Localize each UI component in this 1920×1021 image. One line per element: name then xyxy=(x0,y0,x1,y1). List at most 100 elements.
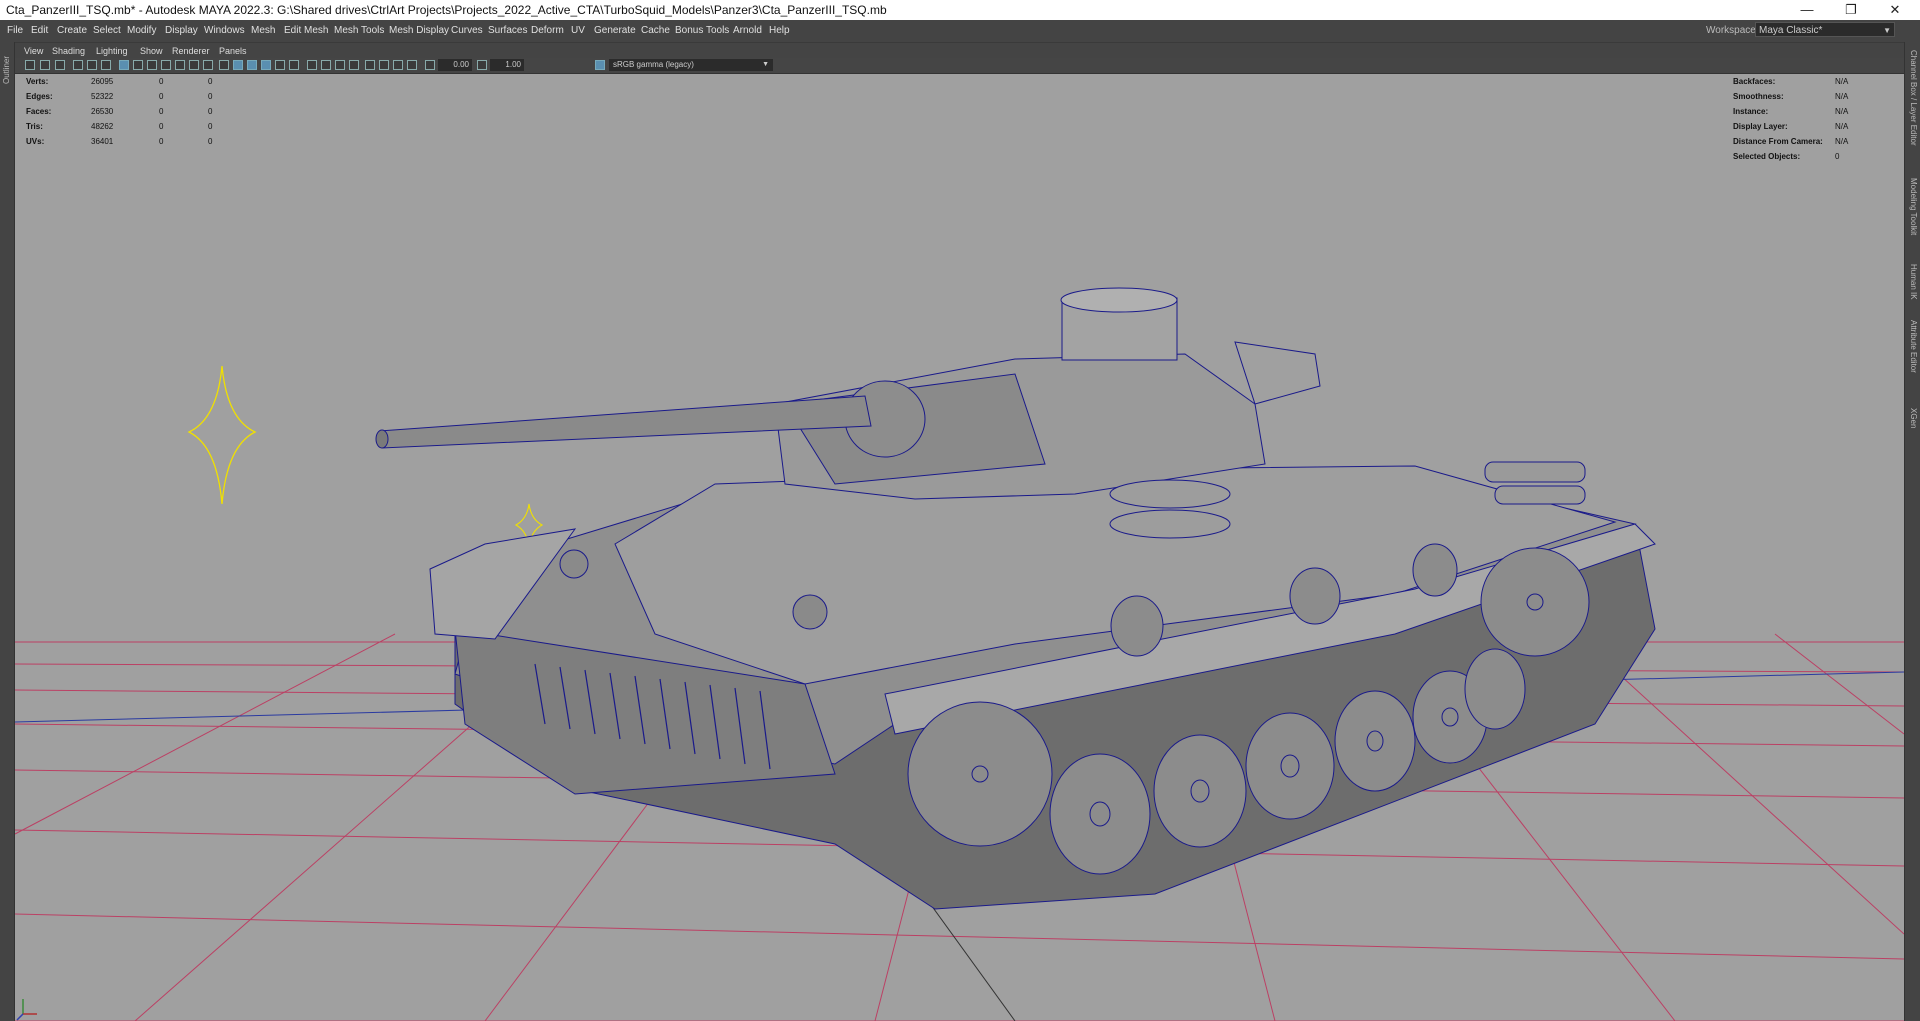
view-transform-dropdown[interactable]: sRGB gamma (legacy) ▼ xyxy=(609,59,773,71)
menu-cache[interactable]: Cache xyxy=(641,25,670,36)
tab-modeling-toolkit[interactable]: Modeling Toolkit xyxy=(1909,178,1918,235)
hud-value: 0 xyxy=(159,137,164,146)
hud-value: N/A xyxy=(1835,122,1849,131)
hud-value: 52322 xyxy=(91,92,114,101)
tab-attribute-editor[interactable]: Attribute Editor xyxy=(1909,320,1918,373)
directional-light-icon[interactable] xyxy=(187,365,257,505)
menu-select[interactable]: Select xyxy=(93,25,121,36)
menu-bonus-tools[interactable]: Bonus Tools xyxy=(675,25,729,36)
menu-modify[interactable]: Modify xyxy=(127,25,156,36)
hud-value: 0 xyxy=(159,107,164,116)
menu-edit-mesh[interactable]: Edit Mesh xyxy=(284,25,328,36)
grease-pencil-icon[interactable] xyxy=(101,60,111,70)
xray-active-icon[interactable] xyxy=(393,60,403,70)
hud-label: Faces: xyxy=(26,107,52,116)
view-transform-value: sRGB gamma (legacy) xyxy=(613,60,694,69)
menu-file[interactable]: File xyxy=(7,25,23,36)
close-button[interactable]: ✕ xyxy=(1874,0,1916,20)
workspace-label: Workspace: xyxy=(1706,25,1759,36)
menu-create[interactable]: Create xyxy=(57,25,87,36)
hud-label: Backfaces: xyxy=(1733,77,1776,86)
menu-help[interactable]: Help xyxy=(769,25,790,36)
camera-attributes-icon[interactable] xyxy=(40,60,50,70)
tab-human-ik[interactable]: Human IK xyxy=(1909,264,1918,300)
isolate-select-icon[interactable] xyxy=(365,60,375,70)
menu-mesh-tools[interactable]: Mesh Tools xyxy=(334,25,384,36)
left-panel-strip: Outliner xyxy=(0,42,15,1021)
use-all-lights-icon[interactable] xyxy=(275,60,285,70)
shadows-icon[interactable] xyxy=(289,60,299,70)
chevron-down-icon: ▼ xyxy=(762,61,769,68)
panel-menu-show[interactable]: Show xyxy=(140,46,163,56)
exposure-field[interactable]: 0.00 xyxy=(438,59,472,71)
tank-model[interactable] xyxy=(375,287,1656,910)
hud-value: 0 xyxy=(208,92,213,101)
textured-icon[interactable] xyxy=(261,60,271,70)
panel-menu-renderer[interactable]: Renderer xyxy=(172,46,210,56)
hud-value: 0 xyxy=(208,122,213,131)
menu-edit[interactable]: Edit xyxy=(31,25,48,36)
viewport-scene[interactable] xyxy=(15,74,1904,1021)
grid-icon[interactable] xyxy=(119,60,129,70)
menu-mesh-display[interactable]: Mesh Display xyxy=(389,25,449,36)
xray-joints-icon[interactable] xyxy=(407,60,417,70)
field-chart-icon[interactable] xyxy=(175,60,185,70)
screen-space-ao-icon[interactable] xyxy=(307,60,317,70)
wireframe-icon[interactable] xyxy=(219,60,229,70)
resolution-gate-icon[interactable] xyxy=(147,60,157,70)
window-title: Cta_PanzerIII_TSQ.mb* - Autodesk MAYA 20… xyxy=(6,3,887,17)
multisample-aa-icon[interactable] xyxy=(335,60,345,70)
xray-icon[interactable] xyxy=(379,60,389,70)
menu-display[interactable]: Display xyxy=(165,25,198,36)
wireframe-on-shaded-icon[interactable] xyxy=(247,60,257,70)
select-camera-icon[interactable] xyxy=(25,60,35,70)
menu-mesh[interactable]: Mesh xyxy=(251,25,275,36)
hud-value: 26530 xyxy=(91,107,114,116)
gamma-field[interactable]: 1.00 xyxy=(490,59,524,71)
viewport-persp[interactable]: Verts: 26095 0 0 Edges: 52322 0 0 Faces:… xyxy=(15,74,1904,1021)
smooth-shade-icon[interactable] xyxy=(233,60,243,70)
menu-curves[interactable]: Curves xyxy=(451,25,483,36)
motion-blur-icon[interactable] xyxy=(321,60,331,70)
hud-value: 0 xyxy=(208,137,213,146)
menu-deform[interactable]: Deform xyxy=(531,25,564,36)
exposure-icon[interactable] xyxy=(425,60,435,70)
menu-generate[interactable]: Generate xyxy=(594,25,636,36)
gamma-icon[interactable] xyxy=(477,60,487,70)
tab-xgen[interactable]: XGen xyxy=(1909,408,1918,428)
safe-action-icon[interactable] xyxy=(189,60,199,70)
panel-menu-lighting[interactable]: Lighting xyxy=(96,46,128,56)
gate-mask-icon[interactable] xyxy=(161,60,171,70)
bookmark-icon[interactable] xyxy=(55,60,65,70)
2d-pan-zoom-icon[interactable] xyxy=(87,60,97,70)
menu-arnold[interactable]: Arnold xyxy=(733,25,762,36)
hud-value: 0 xyxy=(159,92,164,101)
panel-menu-panels[interactable]: Panels xyxy=(219,46,247,56)
tab-channel-box[interactable]: Channel Box / Layer Editor xyxy=(1909,50,1918,146)
title-bar: Cta_PanzerIII_TSQ.mb* - Autodesk MAYA 20… xyxy=(0,0,1920,20)
safe-title-icon[interactable] xyxy=(203,60,213,70)
hud-value: 0 xyxy=(159,122,164,131)
panel-menu-view[interactable]: View xyxy=(24,46,43,56)
restore-button[interactable]: ❐ xyxy=(1830,0,1872,20)
hud-label: Instance: xyxy=(1733,107,1769,116)
right-panel-strip: Channel Box / Layer Editor Modeling Tool… xyxy=(1904,42,1920,1021)
panel-toolbar: 0.00 1.00 sRGB gamma (legacy) ▼ xyxy=(15,58,1904,74)
tab-outliner[interactable]: Outliner xyxy=(2,56,11,84)
hud-label: Smoothness: xyxy=(1733,92,1784,101)
depth-of-field-icon[interactable] xyxy=(349,60,359,70)
hud-label: UVs: xyxy=(26,137,45,146)
hud-label: Tris: xyxy=(26,122,43,131)
hud-value: N/A xyxy=(1835,92,1849,101)
film-gate-icon[interactable] xyxy=(133,60,143,70)
workspace-dropdown[interactable]: Maya Classic* ▼ xyxy=(1755,22,1895,37)
menu-windows[interactable]: Windows xyxy=(204,25,245,36)
color-management-icon[interactable] xyxy=(595,60,605,70)
hud-value: 48262 xyxy=(91,122,114,131)
view-axis-indicator xyxy=(16,999,37,1021)
minimize-button[interactable]: — xyxy=(1786,0,1828,20)
menu-surfaces[interactable]: Surfaces xyxy=(488,25,527,36)
menu-uv[interactable]: UV xyxy=(571,25,585,36)
image-plane-icon[interactable] xyxy=(73,60,83,70)
panel-menu-shading[interactable]: Shading xyxy=(52,46,85,56)
